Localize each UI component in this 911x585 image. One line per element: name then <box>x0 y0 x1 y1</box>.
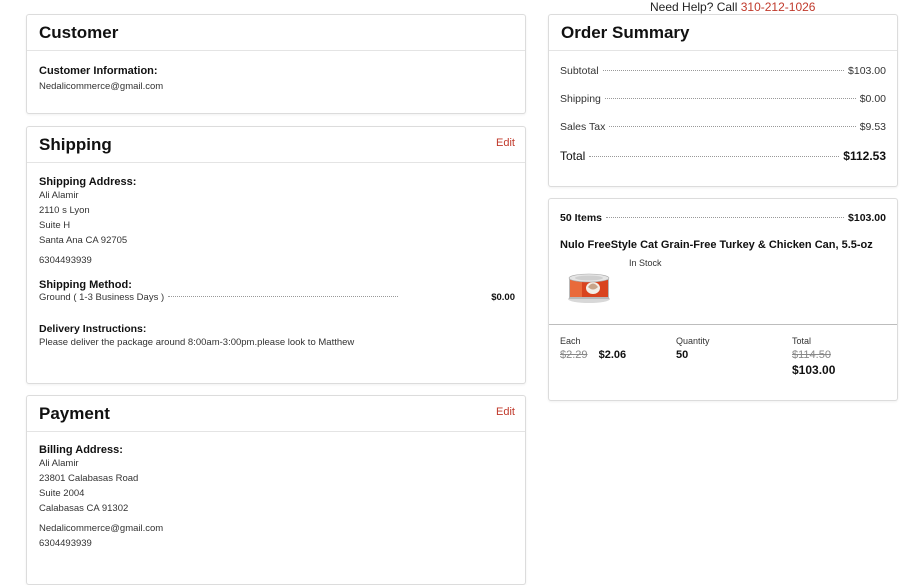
help-phone-link[interactable]: 310-212-1026 <box>741 0 816 14</box>
subtotal-row: Subtotal $103.00 <box>560 65 886 77</box>
billing-address-line: Calabasas CA 91302 <box>39 503 129 514</box>
order-summary-title: Order Summary <box>561 23 690 42</box>
shipping-method-row: Ground ( 1-3 Business Days ) $0.00 <box>39 292 515 303</box>
each-price-block: Each $2.29 $2.06 <box>560 336 626 361</box>
items-count-row: 50 Items $103.00 <box>560 212 886 224</box>
payment-edit-link[interactable]: Edit <box>496 406 515 418</box>
delivery-instructions: Please deliver the package around 8:00am… <box>39 337 355 348</box>
quantity-value: 50 <box>676 349 689 361</box>
items-divider <box>549 324 897 325</box>
order-total-row: Total $112.53 <box>560 149 886 163</box>
shipping-edit-link[interactable]: Edit <box>496 137 515 149</box>
billing-address-label: Billing Address: <box>39 444 123 456</box>
customer-info-label: Customer Information: <box>39 65 158 77</box>
billing-address-line: Suite 2004 <box>39 488 85 499</box>
sales-tax-dots <box>609 126 856 127</box>
sales-tax-label: Sales Tax <box>560 121 606 133</box>
payment-title: Payment <box>39 404 110 423</box>
delivery-instructions-label: Delivery Instructions: <box>39 323 147 335</box>
shipping-card: Shipping Edit Shipping Address: Ali Alam… <box>26 126 526 384</box>
product-name-link[interactable]: Nulo FreeStyle Cat Grain-Free Turkey & C… <box>560 239 873 251</box>
payment-header: Payment Edit <box>27 396 525 432</box>
shipping-address-line: 2110 s Lyon <box>39 205 90 216</box>
customer-title: Customer <box>39 23 119 42</box>
items-card: 50 Items $103.00 Nulo FreeStyle Cat Grai… <box>548 198 898 401</box>
billing-address-line: Ali Alamir <box>39 458 79 469</box>
shipping-method-name: Ground ( 1-3 Business Days ) <box>39 292 165 303</box>
shipping-method-price: $0.00 <box>491 292 515 303</box>
line-total-old: $114.50 <box>792 349 831 361</box>
order-summary-header: Order Summary <box>549 15 897 51</box>
items-count-total: $103.00 <box>848 212 886 224</box>
each-old-price: $2.29 <box>560 349 588 361</box>
items-count-label: 50 Items <box>560 212 603 224</box>
shipping-title: Shipping <box>39 135 112 154</box>
subtotal-label: Subtotal <box>560 65 599 77</box>
cat-food-can-icon <box>568 273 610 303</box>
items-count-dots <box>606 217 845 218</box>
help-line: Need Help? Call 310-212-1026 <box>650 0 815 14</box>
quantity-label: Quantity <box>676 336 710 346</box>
billing-phone: 6304493939 <box>39 538 92 549</box>
order-total-value: $112.53 <box>843 149 886 163</box>
payment-card: Payment Edit Billing Address: Ali Alamir… <box>26 395 526 585</box>
quantity-block: Quantity 50 <box>676 336 710 361</box>
sales-tax-value: $9.53 <box>859 121 886 133</box>
shipping-address-line: Santa Ana CA 92705 <box>39 235 128 246</box>
order-total-dots <box>589 156 840 157</box>
shipping-address-line: Ali Alamir <box>39 190 79 201</box>
each-label: Each <box>560 336 581 346</box>
shipping-cost-dots <box>604 98 856 99</box>
shipping-phone: 6304493939 <box>39 255 92 266</box>
order-summary-card: Order Summary Subtotal $103.00 Shipping … <box>548 14 898 187</box>
stock-status: In Stock <box>629 258 662 268</box>
shipping-cost-row: Shipping $0.00 <box>560 93 886 105</box>
subtotal-dots <box>602 70 845 71</box>
shipping-cost-label: Shipping <box>560 93 601 105</box>
product-thumbnail[interactable] <box>567 272 611 304</box>
line-total-label: Total <box>792 336 812 346</box>
subtotal-value: $103.00 <box>848 65 886 77</box>
shipping-method-dots <box>168 296 399 297</box>
shipping-address-label: Shipping Address: <box>39 176 137 188</box>
each-new-price: $2.06 <box>598 349 627 361</box>
line-total-new: $103.00 <box>792 363 836 377</box>
customer-header: Customer <box>27 15 525 51</box>
line-total-block: Total $114.50 $103.00 <box>792 336 835 377</box>
shipping-cost-value: $0.00 <box>859 93 886 105</box>
billing-email: Nedalicommerce@gmail.com <box>39 523 164 534</box>
shipping-address-line: Suite H <box>39 220 71 231</box>
sales-tax-row: Sales Tax $9.53 <box>560 121 886 133</box>
help-label: Need Help? Call <box>650 0 738 14</box>
billing-address-line: 23801 Calabasas Road <box>39 473 139 484</box>
customer-email: Nedalicommerce@gmail.com <box>39 81 164 92</box>
order-total-label: Total <box>560 149 586 163</box>
customer-card: Customer Customer Information: Nedalicom… <box>26 14 526 114</box>
shipping-method-label: Shipping Method: <box>39 279 132 291</box>
shipping-header: Shipping Edit <box>27 127 525 163</box>
